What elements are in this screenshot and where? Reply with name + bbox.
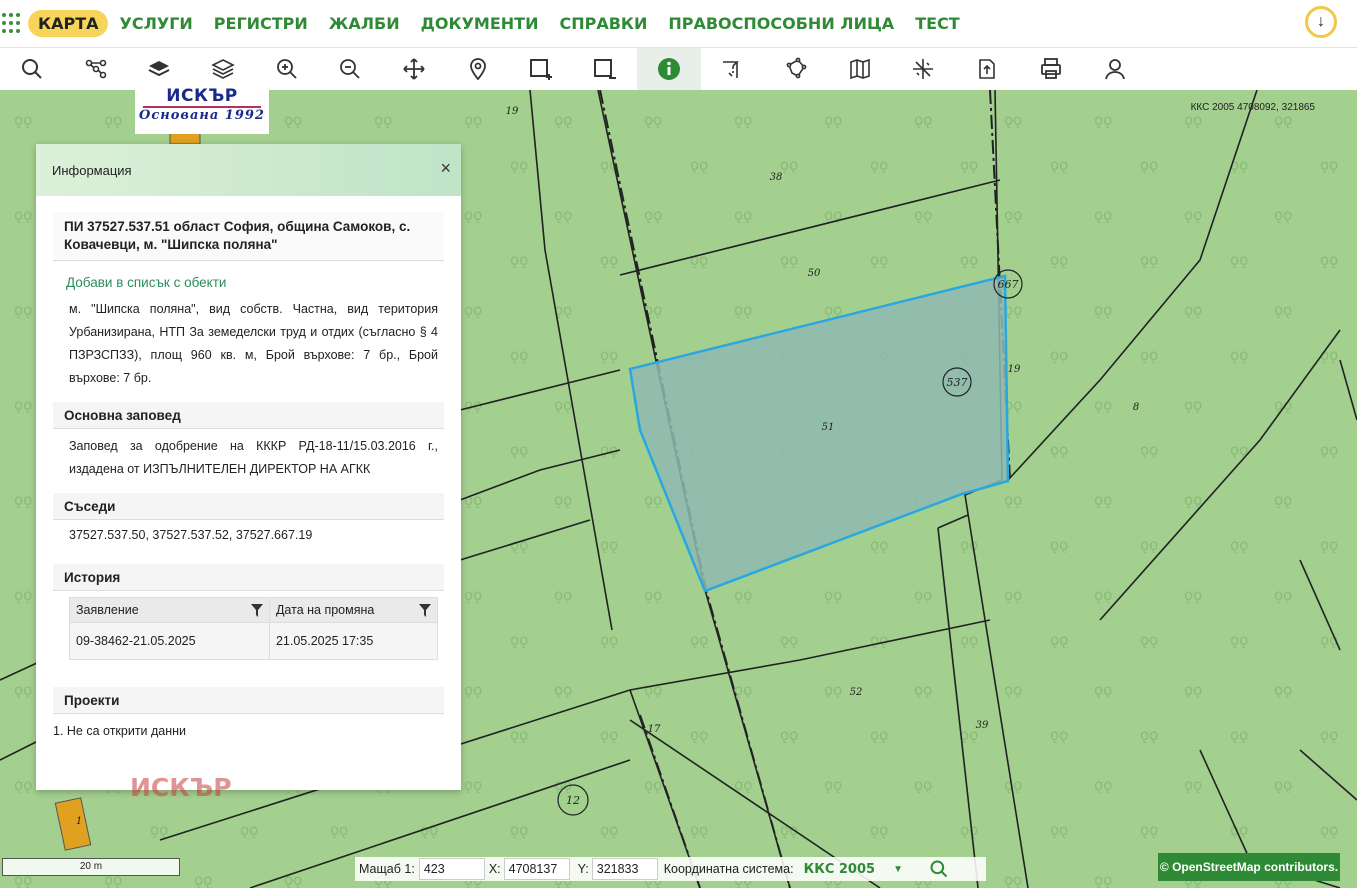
polygon-icon[interactable] xyxy=(764,48,828,90)
search-icon[interactable] xyxy=(0,48,64,90)
nav-item-registri[interactable]: РЕГИСТРИ xyxy=(204,10,318,37)
add-rectangle-icon[interactable] xyxy=(510,48,574,90)
parcel-label: 1 xyxy=(76,816,82,827)
parcel-label: 38 xyxy=(770,172,783,183)
info-panel: Информация × ПИ 37527.537.51 област Софи… xyxy=(36,144,461,790)
pan-icon[interactable] xyxy=(382,48,446,90)
info-icon[interactable] xyxy=(636,48,701,90)
table-row[interactable]: 09-38462-21.05.2025 21.05.2025 17:35 xyxy=(69,622,438,660)
nav-item-uslugi[interactable]: УСЛУГИ xyxy=(109,10,202,37)
nav-item-spravki[interactable]: СПРАВКИ xyxy=(549,10,657,37)
chevron-down-icon[interactable]: ▼ xyxy=(893,864,903,875)
search-icon[interactable] xyxy=(929,859,949,879)
add-to-list-link[interactable]: Добави в списък с обекти xyxy=(66,275,461,290)
map-icon[interactable] xyxy=(828,48,892,90)
filter-icon[interactable] xyxy=(250,604,263,617)
section-order-title: Основна заповед xyxy=(53,402,444,429)
parcel-label: 50 xyxy=(808,268,821,279)
x-coordinate-field[interactable]: 4708137 xyxy=(503,858,570,880)
parcel-label: 19 xyxy=(506,106,519,117)
filter-icon[interactable] xyxy=(419,604,431,617)
nav-item-zhalbi[interactable]: ЖАЛБИ xyxy=(319,10,410,37)
region-label: 667 xyxy=(998,278,1019,291)
download-icon[interactable]: ↓ xyxy=(1305,6,1337,38)
neighbors-list: 37527.537.50, 37527.537.52, 37527.667.19 xyxy=(69,528,313,542)
crosshair-icon[interactable] xyxy=(892,48,956,90)
parcel-title: ПИ 37527.537.51 област София, община Сам… xyxy=(53,212,444,261)
section-history-title: История xyxy=(53,564,444,591)
x-label: X: xyxy=(488,862,501,876)
status-bar: Мащаб 1: 423 X: 4708137 Y: 321833 Коорди… xyxy=(355,857,986,881)
history-table: Заявление Дата на промяна 09-38462-21.05… xyxy=(69,597,438,660)
region-label: 537 xyxy=(947,376,968,389)
parcel-label: 51 xyxy=(822,422,835,433)
location-pin-icon[interactable] xyxy=(446,48,510,90)
print-icon[interactable] xyxy=(1019,48,1083,90)
watermark-text: ИСКЪР xyxy=(130,773,232,802)
parcel-label: 52 xyxy=(850,687,863,698)
top-navigation: КАРТА УСЛУГИ РЕГИСТРИ ЖАЛБИ ДОКУМЕНТИ СП… xyxy=(0,0,1357,48)
logo-name: ИСКЪР xyxy=(166,86,238,106)
y-coordinate-field[interactable]: 321833 xyxy=(591,858,658,880)
crs-select[interactable]: ККС 2005 xyxy=(804,862,876,877)
nav-item-dokumenti[interactable]: ДОКУМЕНТИ xyxy=(411,10,549,37)
company-logo: ИСКЪР Основана 1992 xyxy=(135,84,269,134)
projects-item: 1. Не са открити данни xyxy=(53,724,187,738)
crs-label: Координатна система: xyxy=(663,862,794,876)
logo-subtitle: Основана 1992 xyxy=(139,108,265,123)
parcel-label: 39 xyxy=(976,720,989,731)
table-cell: 09-38462-21.05.2025 xyxy=(69,622,270,660)
network-icon[interactable] xyxy=(64,48,128,90)
scale-input[interactable]: 423 xyxy=(418,858,485,880)
panel-header: Информация × xyxy=(36,144,461,196)
close-icon[interactable]: × xyxy=(440,158,451,179)
column-header-change-date[interactable]: Дата на промяна xyxy=(268,597,438,623)
osm-attribution[interactable]: © OpenStreetMap contributors. xyxy=(1158,853,1340,881)
zoom-out-icon[interactable] xyxy=(318,48,382,90)
nav-item-karta[interactable]: КАРТА xyxy=(28,10,109,37)
y-label: Y: xyxy=(577,862,589,876)
nav-item-pravosposobni-lica[interactable]: ПРАВОСПОСОБНИ ЛИЦА xyxy=(658,10,904,37)
region-label: 12 xyxy=(566,794,580,807)
section-neighbors-title: Съседи xyxy=(53,493,444,520)
user-icon[interactable] xyxy=(1083,48,1147,90)
parcel-label: 17 xyxy=(648,724,661,735)
scale-label: Мащаб 1: xyxy=(359,862,415,876)
parcel-label: 19 xyxy=(1008,364,1021,375)
panel-title: Информация xyxy=(52,162,132,178)
order-text: Заповед за одобрение на КККР РД-18-11/15… xyxy=(69,439,438,476)
column-header-application[interactable]: Заявление xyxy=(69,597,270,623)
export-icon[interactable] xyxy=(955,48,1019,90)
nav-item-test[interactable]: ТЕСТ xyxy=(905,10,970,37)
parcel-description: м. "Шипска поляна", вид собств. Частна, … xyxy=(69,302,438,385)
scale-bar: 20 m xyxy=(2,858,180,876)
measure-icon[interactable] xyxy=(701,48,765,90)
parcel-label: 8 xyxy=(1133,402,1139,413)
coordinate-readout: ККС 2005 4708092, 321865 xyxy=(1190,102,1315,113)
table-cell: 21.05.2025 17:35 xyxy=(268,622,438,660)
remove-rectangle-icon[interactable] xyxy=(573,48,637,90)
section-projects-title: Проекти xyxy=(53,687,444,714)
apps-grid-icon[interactable] xyxy=(2,12,24,35)
